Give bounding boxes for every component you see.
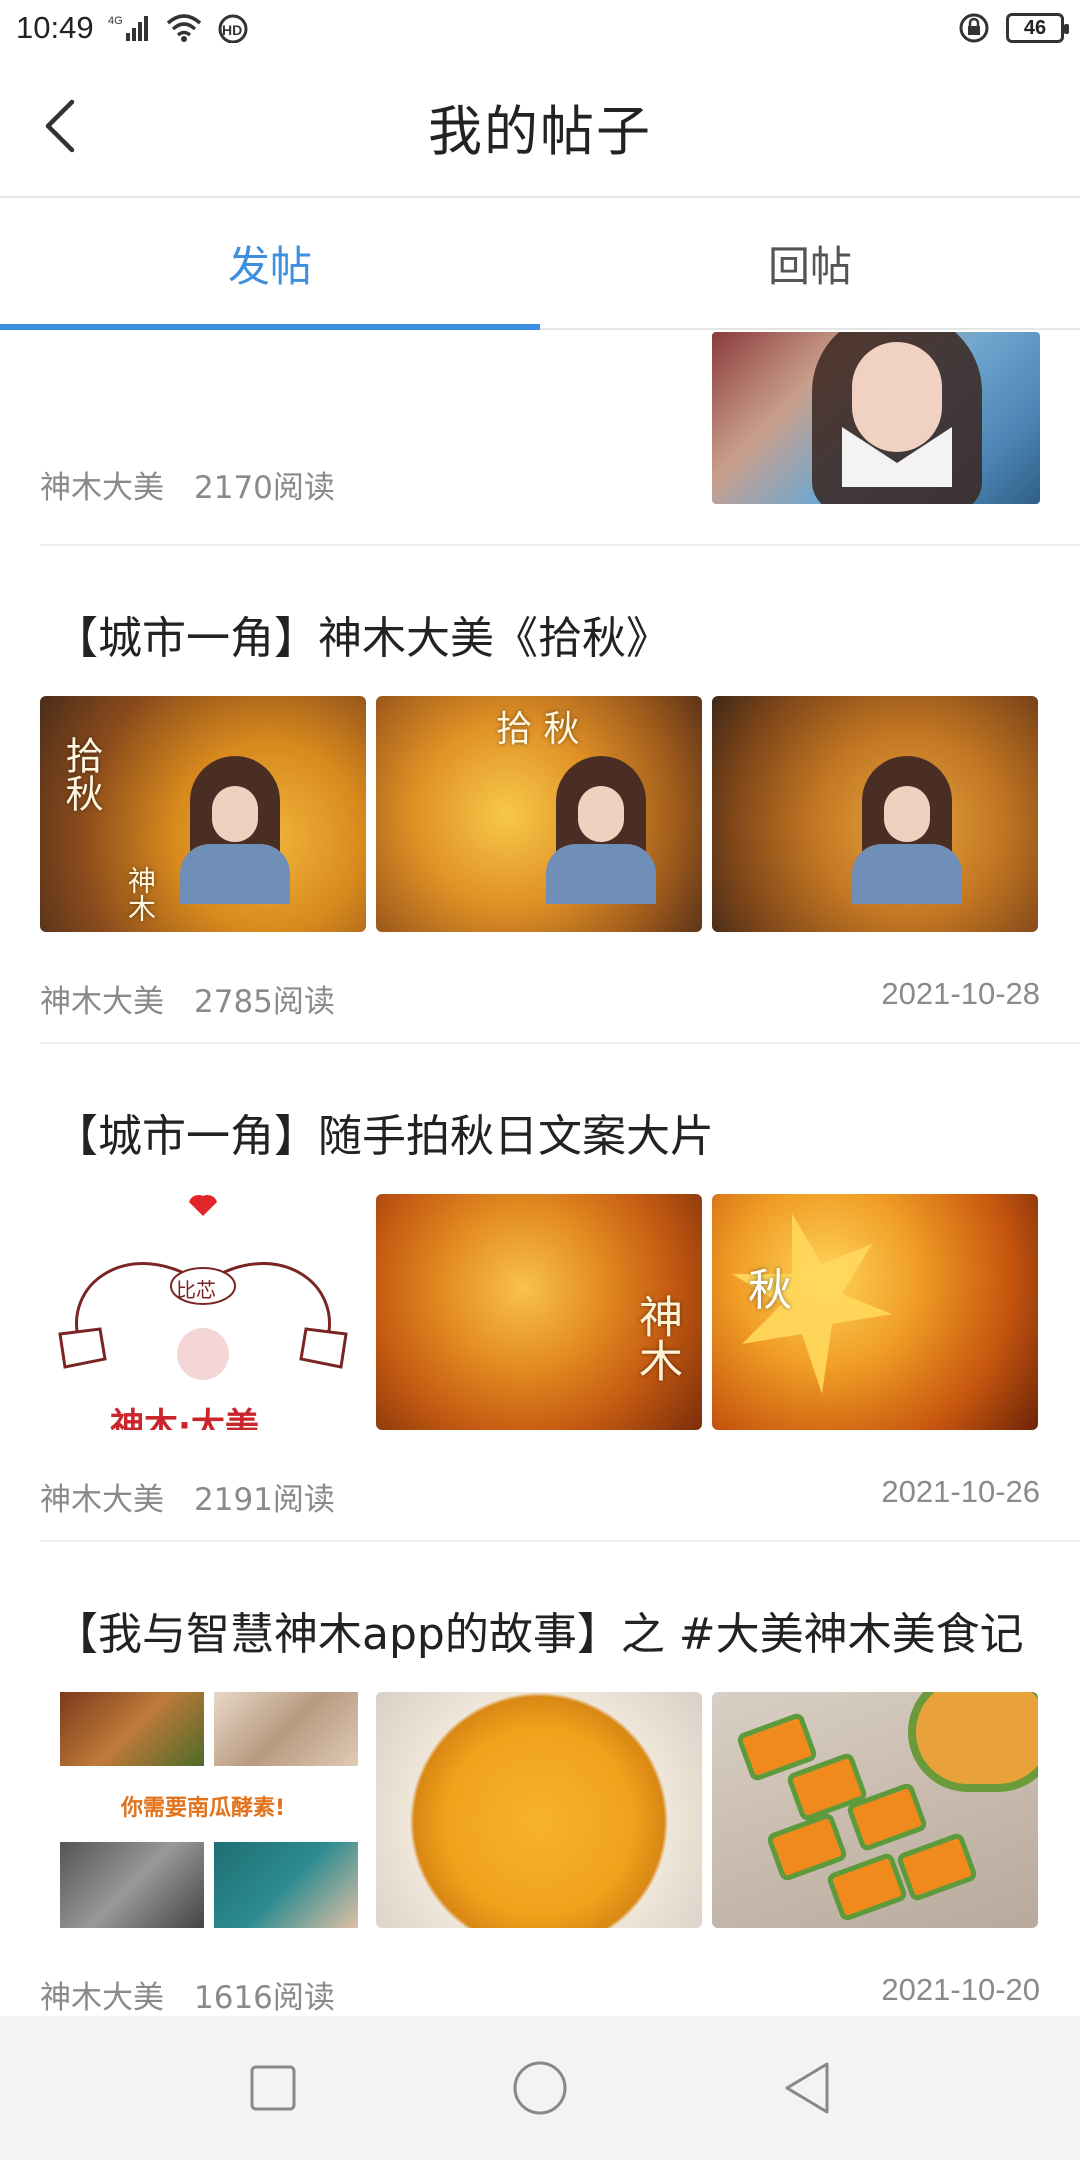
battery-icon: 46 [1006, 13, 1069, 43]
post-reads: 2170阅读 [194, 470, 335, 506]
hd-icon: HD [216, 13, 250, 43]
post-reads: 2191阅读 [194, 1482, 335, 1518]
recents-button[interactable] [233, 2048, 313, 2128]
signal-icon: 4G [108, 13, 152, 43]
post-meta: 神木大美 2170阅读 [40, 462, 335, 507]
post-image: 你需要南瓜酵素! [40, 1692, 366, 1928]
tab-bar: 发帖 回帖 [0, 198, 1080, 330]
post-images: 比芯 神木·大美 神木 秋 [40, 1194, 1040, 1430]
image-caption: 神木 [124, 866, 157, 922]
image-caption: 你需要南瓜酵素! [120, 1796, 286, 1821]
tab-replies[interactable]: 回帖 [540, 198, 1080, 328]
lock-rotation-icon [958, 12, 990, 44]
home-button[interactable] [500, 2048, 580, 2128]
post-image: 神木 [376, 1194, 702, 1430]
nav-back-button[interactable] [767, 2048, 847, 2128]
list-item[interactable]: 【城市一角】随手拍秋日文案大片 比芯 神木·大美 神木 秋 神木大美 2191阅… [40, 1042, 1080, 1542]
top-app-bar: 我的帖子 [0, 56, 1080, 198]
post-image: 拾 秋 [376, 696, 702, 932]
post-date: 2021-10-28 [881, 976, 1040, 1011]
post-meta: 神木大美 2191阅读 [40, 1474, 335, 1519]
post-images: 你需要南瓜酵素! [40, 1692, 1040, 1928]
post-thumbnail [712, 332, 1040, 504]
post-date: 2021-10-20 [881, 1972, 1040, 2007]
post-title: 【城市一角】神木大美《拾秋》 [54, 613, 670, 664]
image-caption: 秋 [748, 1265, 792, 1316]
post-meta: 神木大美 2785阅读 [40, 976, 335, 1021]
list-item[interactable]: 神木大美 2170阅读 [0, 332, 1080, 546]
status-bar: 10:49 4G HD 46 [0, 0, 1080, 56]
post-author: 神木大美 [40, 1482, 164, 1518]
post-list[interactable]: 神木大美 2170阅读 【城市一角】神木大美《拾秋》 拾秋 神木 拾 秋 神木大… [0, 332, 1080, 2016]
battery-level: 46 [1023, 16, 1047, 39]
square-icon [250, 2065, 296, 2111]
wifi-icon [166, 13, 202, 43]
hd-label: HD [222, 22, 242, 38]
post-title: 【我与智慧神木app的故事】之 #大美神木美食记 [54, 1609, 1024, 1660]
list-item[interactable]: 【城市一角】神木大美《拾秋》 拾秋 神木 拾 秋 神木大美 2785阅读 202… [40, 544, 1080, 1044]
post-reads: 2785阅读 [194, 984, 335, 1020]
page-title: 我的帖子 [428, 99, 652, 163]
post-reads: 1616阅读 [194, 1980, 335, 2016]
heart-hands-icon [58, 1194, 348, 1380]
network-type: 4G [108, 15, 123, 27]
list-item[interactable]: 【我与智慧神木app的故事】之 #大美神木美食记 你需要南瓜酵素! 神木大美 1… [40, 1540, 1080, 2016]
post-images: 拾秋 神木 拾 秋 [40, 696, 1040, 932]
status-time: 10:49 [16, 10, 94, 45]
image-caption: 比芯 [176, 1278, 216, 1302]
back-button[interactable] [30, 96, 90, 156]
image-caption: 神木 [631, 1294, 682, 1382]
post-image [712, 696, 1038, 932]
image-caption: 拾秋 [59, 736, 103, 812]
post-image: 拾秋 神木 [40, 696, 366, 932]
circle-icon [513, 2061, 567, 2115]
post-date: 2021-10-26 [881, 1474, 1040, 1509]
tab-posts[interactable]: 发帖 [0, 198, 540, 330]
triangle-back-icon [785, 2062, 829, 2114]
chevron-left-icon [45, 99, 75, 153]
post-image [376, 1692, 702, 1928]
post-image: 秋 [712, 1194, 1038, 1430]
post-image [712, 1692, 1038, 1928]
image-caption: 拾 秋 [496, 709, 580, 750]
post-meta: 神木大美 1616阅读 [40, 1972, 335, 2016]
post-author: 神木大美 [40, 1980, 164, 2016]
system-nav-bar [0, 2016, 1080, 2160]
image-caption: 神木·大美 [110, 1406, 259, 1430]
post-title: 【城市一角】随手拍秋日文案大片 [54, 1111, 714, 1162]
post-author: 神木大美 [40, 470, 164, 506]
post-author: 神木大美 [40, 984, 164, 1020]
post-image: 比芯 神木·大美 [40, 1194, 366, 1430]
